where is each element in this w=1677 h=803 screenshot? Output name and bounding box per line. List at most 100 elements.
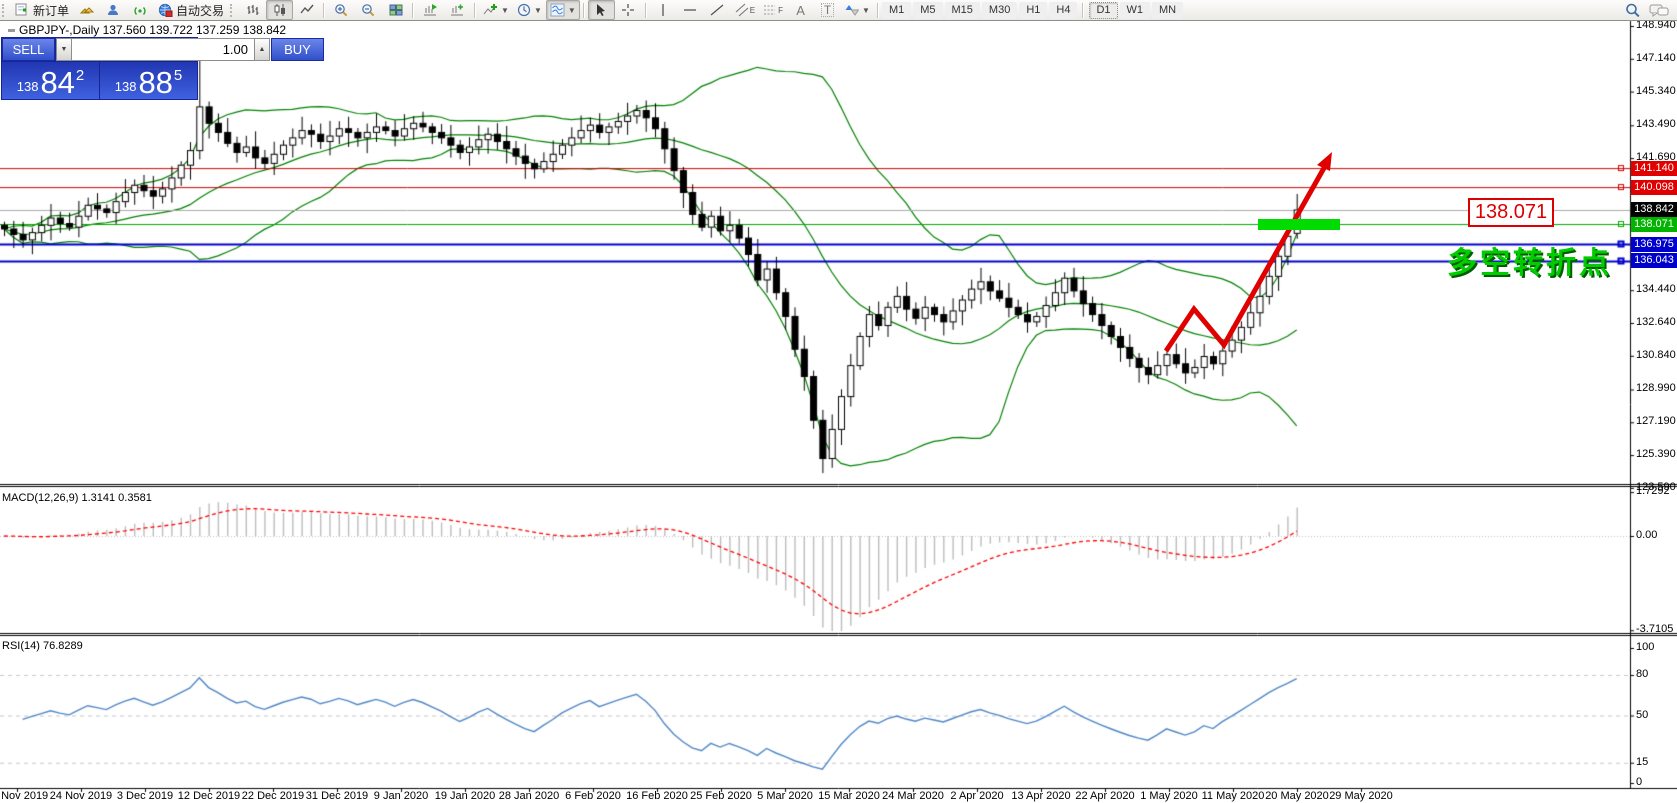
market-watch-button[interactable] (73, 0, 100, 20)
vertical-line-tool-button[interactable] (650, 0, 677, 20)
timeframe-button-m5[interactable]: M5 (913, 2, 942, 19)
chart-canvas[interactable] (0, 0, 1677, 803)
price-tick-label: 134.440 (1636, 283, 1676, 295)
toolbar-separator (1082, 3, 1084, 18)
macd-tick-label: -3.7105 (1636, 623, 1673, 635)
timeframe-button-d1[interactable]: D1 (1089, 2, 1117, 19)
volume-increase-button[interactable]: ▲ (254, 38, 270, 61)
toolbar-separator (323, 3, 325, 18)
timeframe-toolbar: M1M5M15M30H1H4 D1W1MN (882, 2, 1183, 19)
periods-button[interactable]: ▼ (513, 0, 546, 20)
templates-button[interactable]: ▼ (546, 0, 580, 20)
chart-symbol-icon (8, 29, 15, 32)
candlestick-chart-button[interactable] (266, 0, 293, 20)
buy-price-big: 88 (138, 68, 172, 98)
buy-button[interactable]: BUY (271, 38, 324, 61)
timeframe-button-w1[interactable]: W1 (1120, 2, 1151, 19)
price-tick-label: 132.640 (1636, 316, 1676, 328)
fibonacci-icon (763, 3, 778, 17)
dropdown-caret-icon: ▼ (501, 6, 509, 15)
price-badge-140.098: 140.098 (1631, 180, 1677, 195)
text-label-tool-button[interactable]: T (814, 0, 841, 20)
buy-price-button[interactable]: 138 88 5 (100, 62, 197, 99)
price-tick-label: 143.490 (1636, 118, 1676, 130)
timeframe-button-h4[interactable]: H4 (1049, 2, 1077, 19)
line-chart-button[interactable] (293, 0, 320, 20)
search-icon[interactable] (1625, 3, 1641, 18)
chart-shift-button[interactable] (444, 0, 471, 20)
turning-point-text-annotation[interactable]: 多空转折点 (1447, 238, 1612, 282)
gold-icon (79, 3, 94, 17)
signals-button[interactable] (127, 0, 154, 20)
auto-scroll-button[interactable] (417, 0, 444, 20)
text-tool-icon: A (796, 4, 805, 17)
autotrade-button[interactable]: 自动交易 (154, 0, 228, 20)
bar-chart-button[interactable] (239, 0, 266, 20)
new-order-label: 新订单 (33, 2, 69, 19)
channel-tool-label: E (750, 6, 755, 15)
zoom-out-button[interactable] (355, 0, 382, 20)
volume-decrease-button[interactable]: ▼ (56, 38, 72, 61)
rsi-tick-label: 80 (1636, 668, 1648, 680)
price-level-box-annotation[interactable]: 138.071 (1468, 198, 1554, 227)
bar-chart-icon (246, 3, 260, 17)
zoom-in-button[interactable] (328, 0, 355, 20)
dropdown-caret-icon: ▼ (534, 6, 542, 15)
autotrade-globe-icon (158, 3, 173, 17)
price-tick-label: 145.340 (1636, 85, 1676, 97)
price-tick-label: 128.990 (1636, 382, 1676, 394)
tile-windows-button[interactable] (382, 0, 409, 20)
sell-price-sup: 2 (76, 67, 84, 84)
toolbar-separator (583, 3, 585, 18)
autotrade-label: 自动交易 (176, 2, 224, 19)
price-tick-label: 147.140 (1636, 52, 1676, 64)
buy-price-sup: 5 (174, 67, 182, 84)
crosshair-tool-button[interactable] (615, 0, 642, 20)
rsi-panel-label: RSI(14) 76.8289 (2, 640, 83, 652)
support-zone-bar-annotation[interactable] (1258, 219, 1340, 230)
timeframe-button-m30[interactable]: M30 (982, 2, 1017, 19)
fibonacci-tool-button[interactable]: F (759, 0, 787, 20)
sell-price-button[interactable]: 138 84 2 (2, 62, 99, 99)
candlestick-icon (273, 3, 287, 17)
indicators-button[interactable]: ▼ (479, 0, 513, 20)
price-badge-138.842: 138.842 (1631, 202, 1677, 217)
timeframe-button-m1[interactable]: M1 (882, 2, 911, 19)
arrows-tool-button[interactable]: ▼ (841, 0, 874, 20)
zoom-out-icon (361, 3, 376, 17)
equidistant-channel-tool-button[interactable]: E (731, 0, 759, 20)
dropdown-caret-icon: ▼ (862, 6, 870, 15)
tile-windows-icon (389, 3, 403, 17)
timeframe-button-mn[interactable]: MN (1152, 2, 1183, 19)
horizontal-line-icon (683, 3, 697, 17)
cursor-tool-button[interactable] (588, 0, 615, 20)
cursor-icon (595, 3, 607, 17)
toolbar-separator (474, 3, 476, 18)
new-order-button[interactable]: 新订单 (11, 0, 73, 20)
volume-control: ▼ ▲ (56, 38, 270, 61)
toolbar-separator (877, 3, 879, 18)
price-tick-label: 125.390 (1636, 448, 1676, 460)
timeframe-button-h1[interactable]: H1 (1019, 2, 1047, 19)
horizontal-line-tool-button[interactable] (677, 0, 704, 20)
timeframe-button-m15[interactable]: M15 (945, 2, 980, 19)
indicators-icon (483, 3, 498, 17)
price-tick-label: 127.190 (1636, 415, 1676, 427)
volume-input[interactable] (72, 38, 254, 61)
profile-button[interactable] (100, 0, 127, 20)
symbol-ohlc-text: GBPJPY-,Daily 137.560 139.722 137.259 13… (19, 23, 286, 37)
macd-panel-label: MACD(12,26,9) 1.3141 0.3581 (2, 492, 152, 504)
trendline-tool-button[interactable] (704, 0, 731, 20)
price-badge-138.071: 138.071 (1631, 217, 1677, 232)
dropdown-caret-icon: ▼ (568, 6, 576, 15)
macd-tick-label: 0.00 (1636, 529, 1657, 541)
rsi-tick-label: 0 (1636, 776, 1642, 788)
sell-button[interactable]: SELL (2, 38, 55, 61)
price-badge-136.975: 136.975 (1631, 237, 1677, 252)
sell-price-big: 84 (40, 68, 74, 98)
toolbar-separator (412, 3, 414, 18)
top-toolbar: 新订单 自动交易 ▼ ▼ (0, 0, 1677, 21)
chat-icon[interactable] (1649, 3, 1669, 18)
auto-scroll-icon (423, 3, 438, 17)
text-tool-button[interactable]: A (787, 0, 814, 20)
